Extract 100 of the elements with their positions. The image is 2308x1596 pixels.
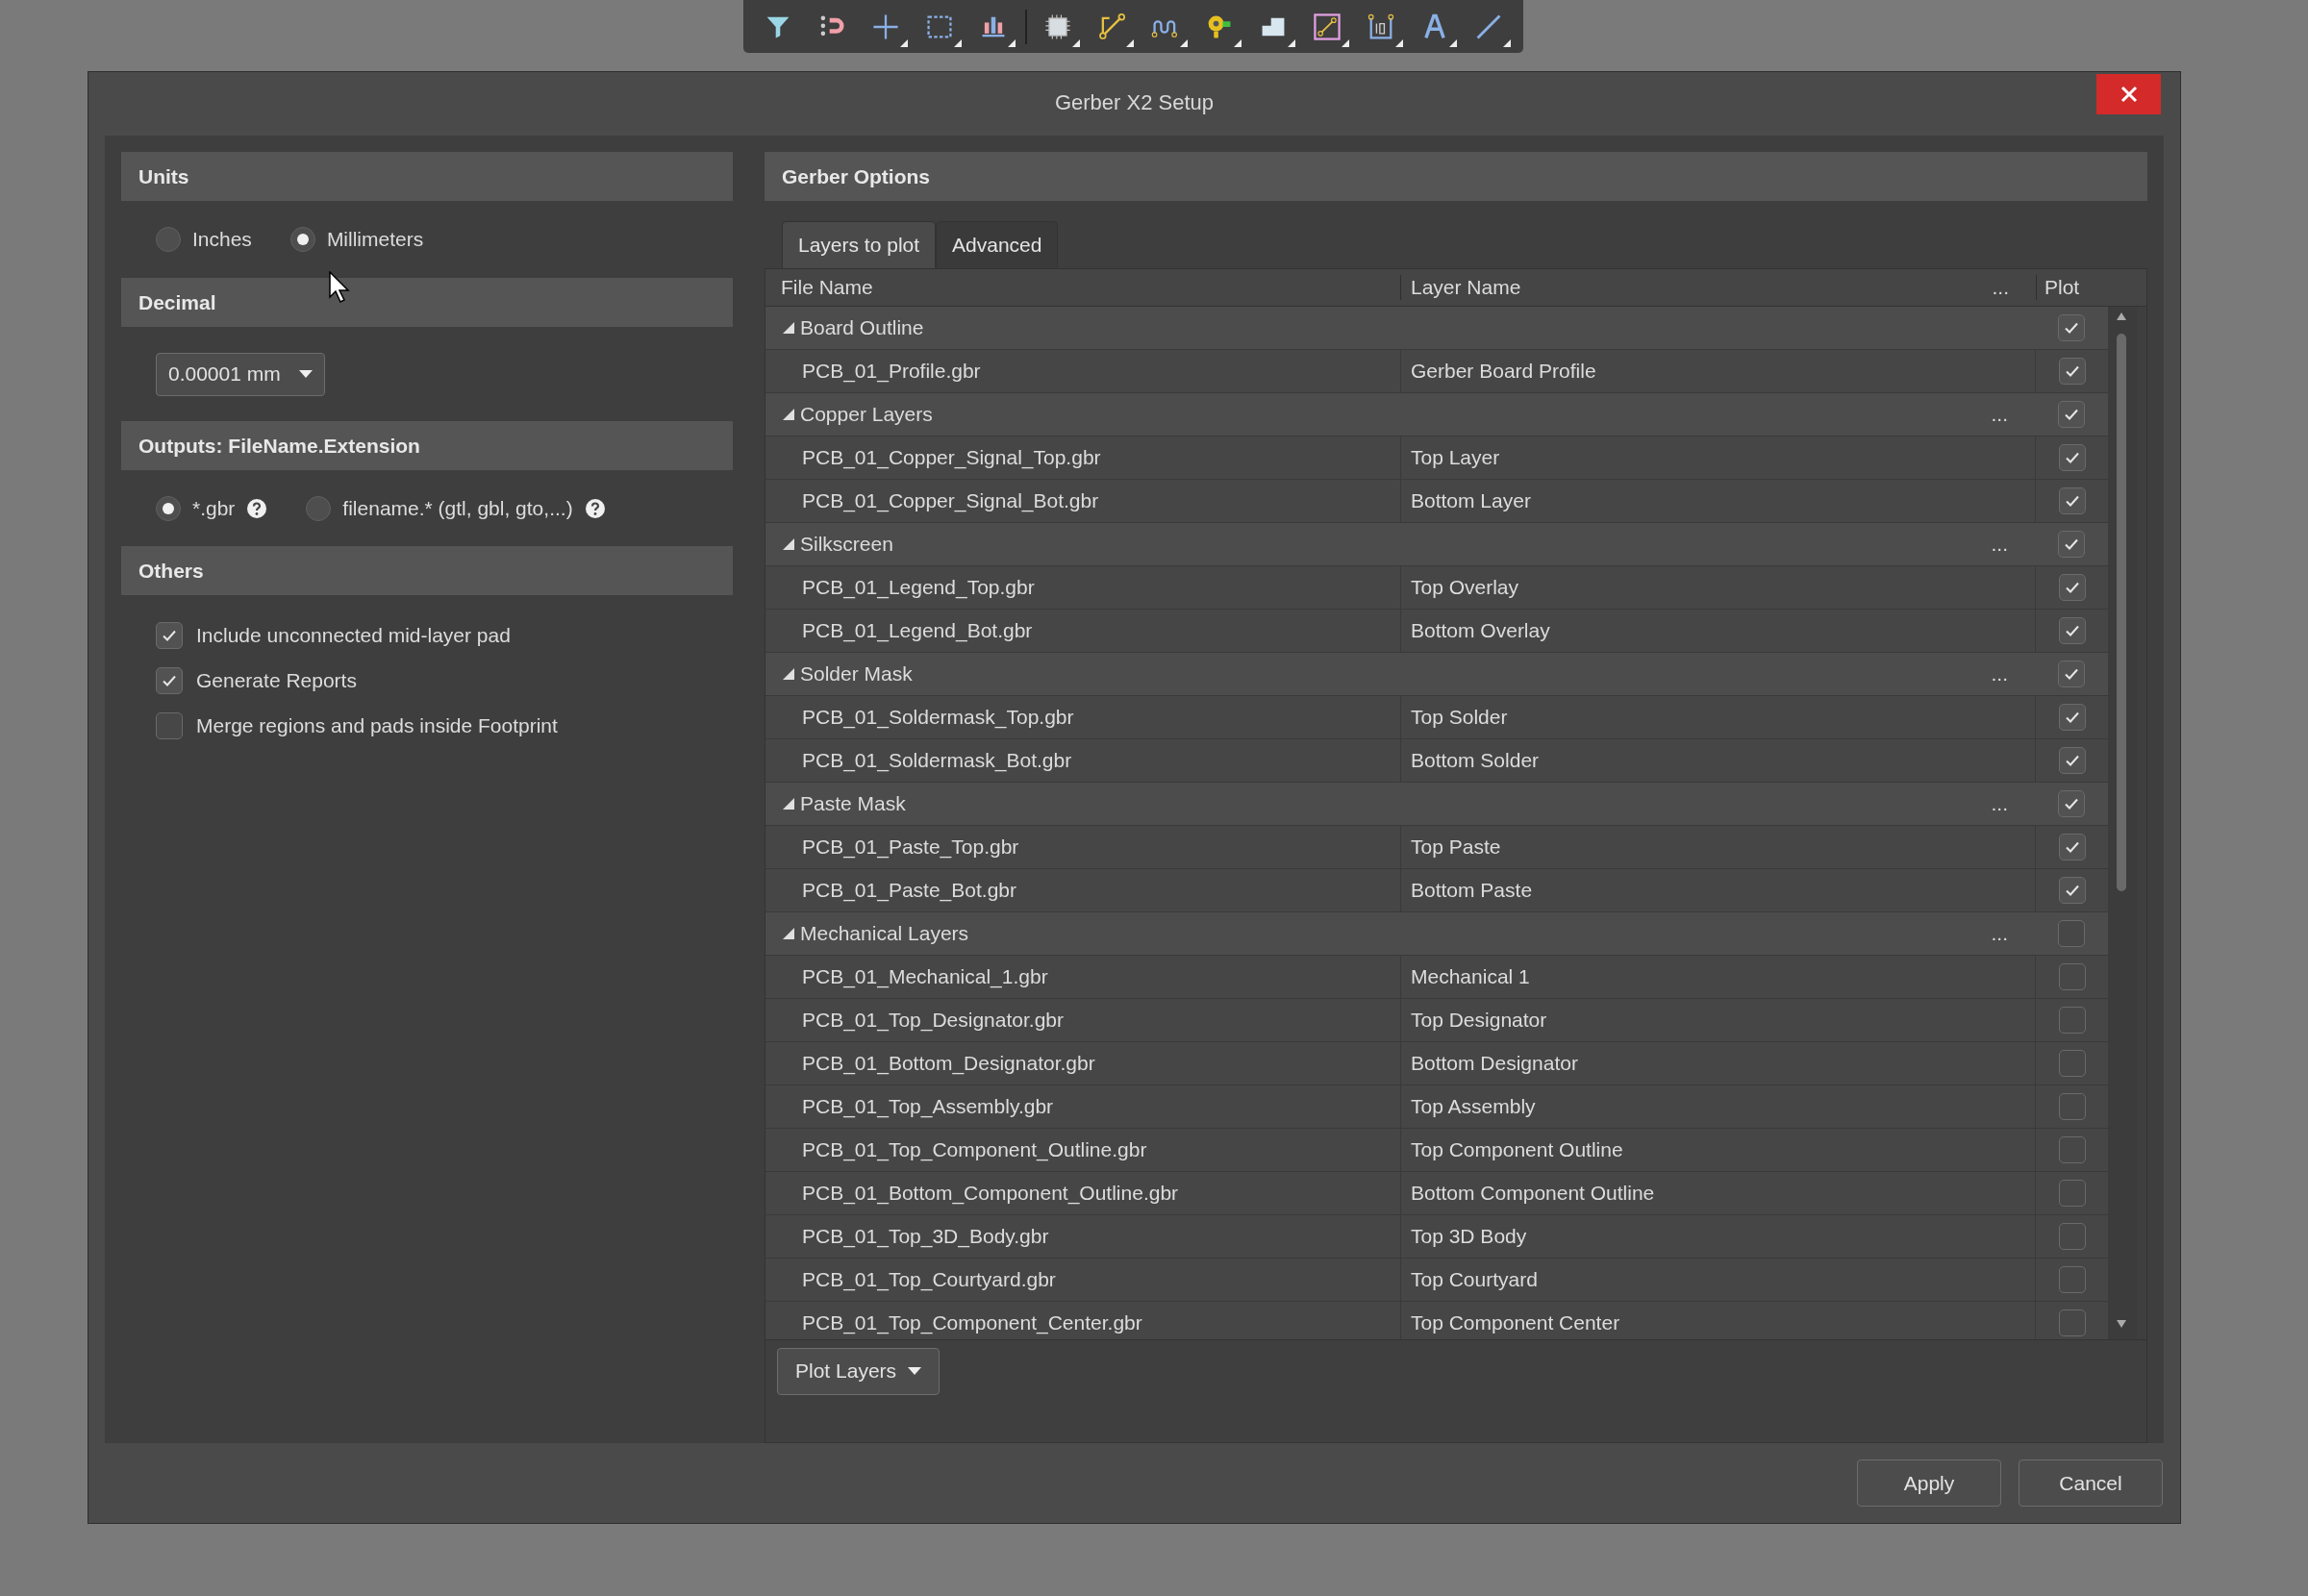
file-name-cell-text: PCB_01_Top_Designator.gbr: [801, 1009, 1065, 1032]
collapse-icon[interactable]: [783, 322, 794, 334]
scrollbar-thumb[interactable]: [2117, 334, 2126, 891]
column-header[interactable]: Layer Name: [1401, 276, 1521, 299]
file-name-cell-text: PCB_01_Legend_Bot.gbr: [801, 619, 1034, 642]
plot-checkbox[interactable]: [2058, 314, 2085, 341]
collapse-icon[interactable]: [783, 538, 794, 550]
radio-button[interactable]: [289, 227, 315, 252]
group-name: Paste Mask: [800, 792, 906, 815]
section-header: Decimal: [121, 278, 733, 327]
collapse-icon[interactable]: [783, 668, 794, 680]
plot-checkbox[interactable]: [2059, 877, 2086, 904]
plot-checkbox[interactable]: [2059, 1223, 2086, 1250]
checkbox[interactable]: [156, 622, 183, 649]
close-button[interactable]: [2096, 74, 2161, 114]
plot-checkbox[interactable]: [2059, 1050, 2086, 1077]
checkbox-label[interactable]: Merge regions and pads inside Footprint: [196, 714, 558, 737]
dropdown-corner-icon: [1502, 38, 1511, 47]
section-header: Outputs: FileName.Extension: [121, 421, 733, 470]
file-name-cell-text: PCB_01_Top_Assembly.gbr: [801, 1095, 1055, 1118]
layer-name-cell-text: Top 3D Body: [1410, 1225, 1527, 1248]
tab[interactable]: Advanced: [936, 221, 1059, 268]
plot-checkbox[interactable]: [2059, 963, 2086, 990]
file-name-cell-text: PCB_01_Paste_Bot.gbr: [801, 879, 1017, 902]
layer-name-cell-text: Bottom Layer: [1410, 489, 1531, 512]
radio-label[interactable]: *.gbr: [192, 496, 236, 520]
plot-checkbox[interactable]: [2059, 617, 2086, 644]
column-header[interactable]: File Name: [765, 276, 1400, 299]
help-icon[interactable]: [246, 497, 268, 519]
checkbox-label[interactable]: Generate Reports: [196, 669, 357, 692]
plot-layers-button[interactable]: Plot Layers: [777, 1347, 941, 1395]
layer-name-cell-text: Top Component Center: [1410, 1311, 1620, 1334]
dialog-button[interactable]: Cancel: [2019, 1459, 2163, 1507]
group-menu-button[interactable]: ...: [1991, 533, 2008, 556]
dropdown-corner-icon: [1126, 38, 1135, 47]
plot-checkbox[interactable]: [2059, 358, 2086, 385]
checkbox[interactable]: [156, 712, 183, 739]
column-header[interactable]: Plot: [2037, 276, 2110, 299]
dropdown-corner-icon: [953, 38, 962, 47]
layer-name-cell-text: Bottom Designator: [1410, 1052, 1578, 1075]
close-icon: [2119, 85, 2139, 104]
plot-checkbox[interactable]: [2059, 704, 2086, 731]
file-name-cell-text: PCB_01_Profile.gbr: [801, 360, 982, 383]
plot-checkbox[interactable]: [2059, 1266, 2086, 1293]
plot-checkbox[interactable]: [2059, 1007, 2086, 1034]
plot-checkbox[interactable]: [2059, 444, 2086, 471]
group-menu-button[interactable]: ...: [1991, 922, 2008, 945]
file-name-cell-text: PCB_01_Mechanical_1.gbr: [801, 965, 1049, 988]
layer-name-cell-text: Bottom Solder: [1410, 749, 1540, 772]
radio-label[interactable]: Millimeters: [326, 228, 424, 251]
section-header: Units: [121, 152, 733, 201]
plot-checkbox[interactable]: [2059, 1180, 2086, 1207]
plot-checkbox[interactable]: [2059, 1136, 2086, 1163]
radio-label[interactable]: Inches: [192, 228, 252, 251]
layer-name-cell-text: Top Component Outline: [1410, 1138, 1623, 1161]
layer-name-cell-text: Top Overlay: [1410, 576, 1519, 599]
scroll-up-icon[interactable]: [2117, 312, 2126, 320]
radio-button[interactable]: [156, 495, 181, 521]
dropdown-corner-icon: [1234, 38, 1242, 47]
scroll-down-icon[interactable]: [2117, 1320, 2126, 1328]
help-icon[interactable]: [584, 497, 606, 519]
section-header: Others: [121, 546, 733, 595]
collapse-icon[interactable]: [783, 928, 794, 939]
plot-checkbox[interactable]: [2058, 401, 2085, 428]
plot-checkbox[interactable]: [2059, 834, 2086, 860]
radio-button[interactable]: [156, 227, 181, 252]
checkbox[interactable]: [156, 667, 183, 694]
group-menu-button[interactable]: ...: [1991, 403, 2008, 426]
plot-checkbox[interactable]: [2059, 1093, 2086, 1120]
file-name-cell-text: PCB_01_Soldermask_Top.gbr: [801, 706, 1075, 729]
dropdown-corner-icon: [1072, 38, 1081, 47]
plot-checkbox[interactable]: [2058, 661, 2085, 687]
plot-checkbox[interactable]: [2059, 1309, 2086, 1336]
plot-checkbox[interactable]: [2058, 920, 2085, 947]
file-name-cell-text: PCB_01_Top_Courtyard.gbr: [801, 1268, 1057, 1291]
column-menu-button[interactable]: ...: [1976, 276, 2009, 299]
file-name-cell-text: PCB_01_Legend_Top.gbr: [801, 576, 1036, 599]
file-name-cell-text: PCB_01_Top_3D_Body.gbr: [801, 1225, 1050, 1248]
caret-icon: [299, 370, 313, 378]
window-title: Gerber X2 Setup: [1054, 90, 1215, 115]
checkbox-label[interactable]: Include unconnected mid-layer pad: [196, 624, 511, 647]
tab[interactable]: Layers to plot: [782, 221, 937, 268]
dropdown-corner-icon: [1180, 38, 1189, 47]
collapse-icon[interactable]: [783, 409, 794, 420]
group-name: Copper Layers: [800, 403, 933, 426]
file-name-cell-text: PCB_01_Top_Component_Outline.gbr: [801, 1138, 1148, 1161]
decimal-dropdown[interactable]: 0.00001 mm: [156, 352, 325, 396]
dialog-button[interactable]: Apply: [1857, 1459, 2001, 1507]
file-name-cell-text: PCB_01_Copper_Signal_Top.gbr: [801, 446, 1102, 469]
group-menu-button[interactable]: ...: [1991, 662, 2008, 686]
plot-checkbox[interactable]: [2059, 487, 2086, 514]
plot-checkbox[interactable]: [2059, 574, 2086, 601]
plot-checkbox[interactable]: [2058, 531, 2085, 558]
plot-checkbox[interactable]: [2059, 747, 2086, 774]
radio-button[interactable]: [306, 495, 332, 521]
group-menu-button[interactable]: ...: [1991, 792, 2008, 815]
layer-name-cell-text: Gerber Board Profile: [1410, 360, 1596, 383]
plot-checkbox[interactable]: [2058, 790, 2085, 817]
radio-label[interactable]: filename.* (gtl, gbl, gto,...): [342, 496, 573, 520]
collapse-icon[interactable]: [783, 798, 794, 810]
